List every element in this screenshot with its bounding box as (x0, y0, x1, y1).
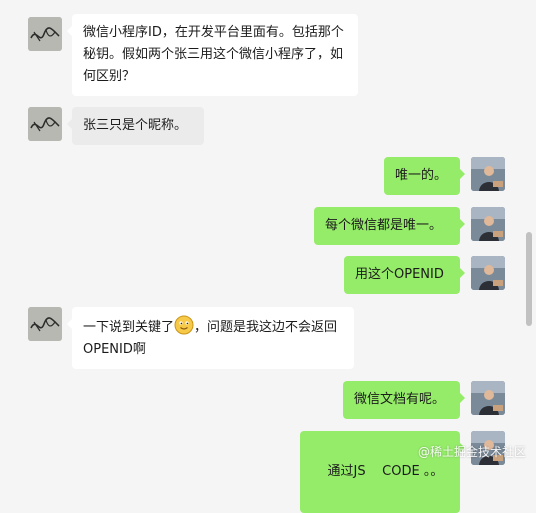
incoming-message-bubble[interactable]: 张三只是个昵称。 (67, 107, 204, 145)
message-text: 一下说到关键了 (83, 320, 175, 335)
message-text: 张三只是个昵称。 (83, 118, 188, 133)
outgoing-message-bubble[interactable]: 用这个OPENID (344, 256, 465, 294)
message-text: 每个微信都是唯一。 (325, 218, 443, 233)
message-text: 通过JS CODE 。。 (327, 464, 444, 479)
vertical-scrollbar[interactable] (522, 0, 536, 464)
outgoing-message-bubble[interactable]: 每个微信都是唯一。 (314, 207, 465, 245)
contact-avatar[interactable] (28, 307, 62, 341)
message-text: 微信文档有呢。 (354, 392, 446, 407)
user-avatar[interactable] (471, 381, 505, 415)
incoming-message-bubble[interactable]: 一下说到关键了 ，问题是我这边不会返回OPENID啊 (67, 307, 354, 369)
message-text: 唯一的。 (395, 168, 448, 183)
contact-avatar[interactable] (28, 17, 62, 51)
smile-emoji-icon (174, 315, 194, 335)
watermark-text: @稀土掘金技术社区 (417, 445, 526, 459)
contact-avatar[interactable] (28, 107, 62, 141)
outgoing-message-bubble[interactable]: 微信文档有呢。 (343, 381, 465, 419)
outgoing-message-bubble[interactable]: 唯一的。 (384, 157, 465, 195)
user-avatar[interactable] (471, 157, 505, 191)
incoming-message-bubble[interactable]: 微信小程序ID，在开发平台里面有。包括那个秘钥。假如两个张三用这个微信小程序了，… (67, 14, 358, 96)
message-text: 微信小程序ID，在开发平台里面有。包括那个秘钥。假如两个张三用这个微信小程序了，… (83, 25, 344, 84)
user-avatar[interactable] (471, 256, 505, 290)
message-text: 用这个OPENID (355, 267, 444, 282)
user-avatar[interactable] (471, 207, 505, 241)
scrollbar-thumb[interactable] (526, 232, 532, 326)
chat-message-list[interactable]: 微信小程序ID，在开发平台里面有。包括那个秘钥。假如两个张三用这个微信小程序了，… (0, 0, 522, 513)
